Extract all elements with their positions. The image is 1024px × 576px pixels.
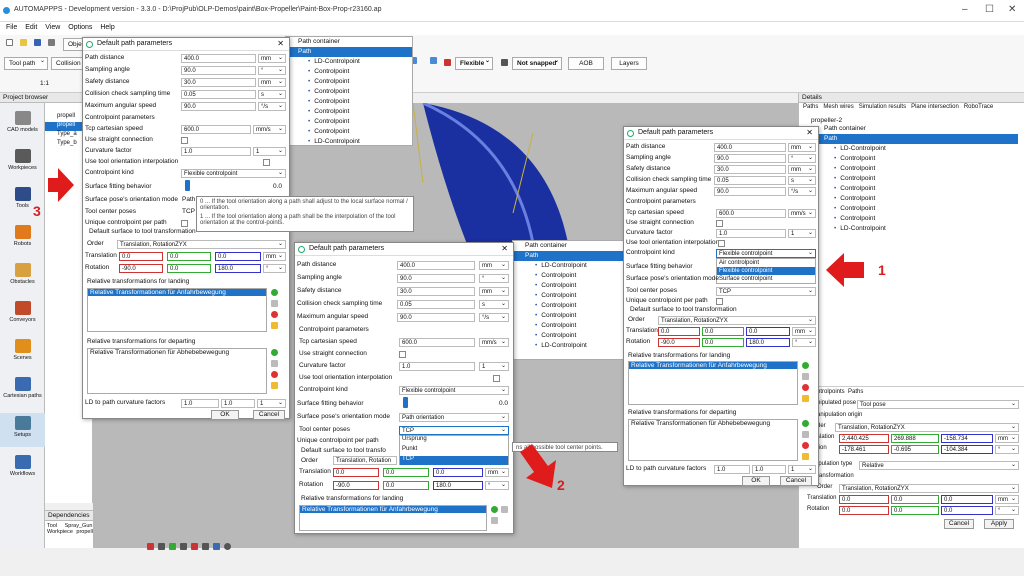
callout-number-2: 2 (557, 477, 565, 493)
callout-arrow-3 (48, 168, 74, 202)
view-icon[interactable] (147, 543, 154, 550)
callout-number-3: 3 (33, 203, 41, 219)
callout-number-1: 1 (878, 262, 886, 278)
view-icon[interactable] (191, 543, 198, 550)
callout-arrow-2 (520, 444, 556, 488)
view-icon[interactable] (158, 543, 165, 550)
callout-arrows (48, 168, 864, 488)
view-icon[interactable] (202, 543, 209, 550)
view-icon[interactable] (169, 543, 176, 550)
view-icon[interactable] (180, 543, 187, 550)
bottom-toolbar (0, 543, 1024, 576)
settings-icon[interactable] (224, 543, 231, 550)
view-icon[interactable] (213, 543, 220, 550)
callout-arrow-1 (826, 253, 864, 287)
